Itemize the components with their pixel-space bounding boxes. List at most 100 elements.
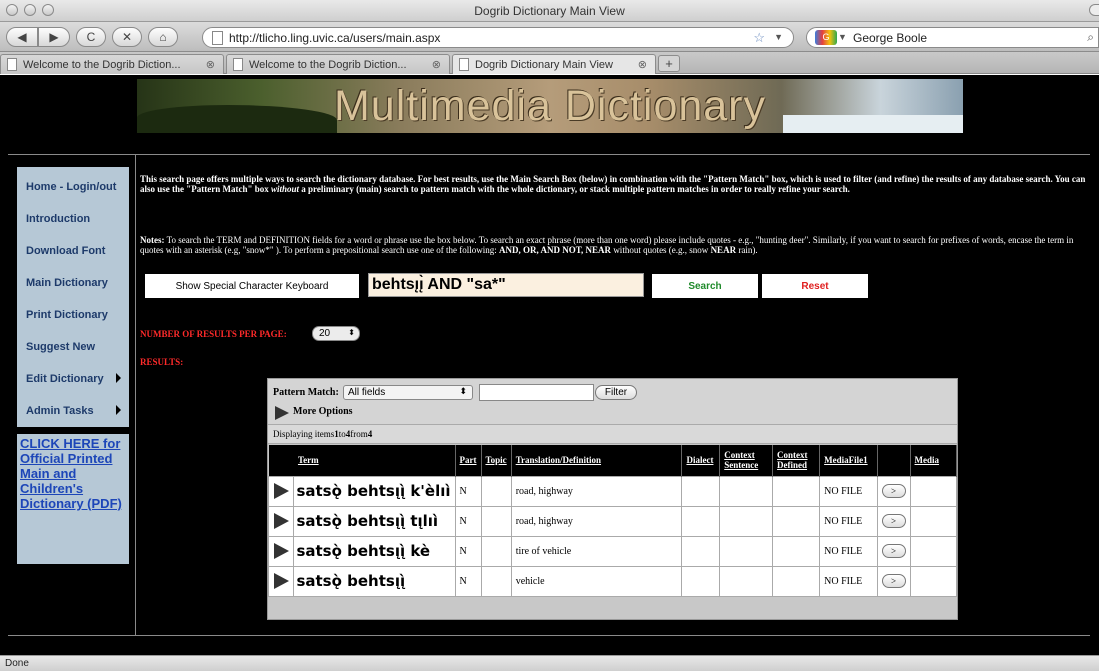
new-tab-button[interactable]: + <box>658 55 680 72</box>
forward-button[interactable]: ▶ <box>38 27 70 47</box>
context-sentence-cell <box>719 535 774 567</box>
topic-cell <box>480 475 512 507</box>
back-button[interactable]: ◀ <box>6 27 38 47</box>
expand-triangle-icon <box>274 543 289 559</box>
url-bar[interactable]: http://tlicho.ling.uvic.ca/users/main.as… <box>202 27 794 48</box>
pattern-match-input[interactable] <box>479 384 594 401</box>
close-tab-icon[interactable]: ⊗ <box>432 58 441 71</box>
topic-cell <box>480 535 512 567</box>
column-header-topic[interactable]: Topic <box>481 445 512 476</box>
select-arrows-icon: ⬍ <box>459 386 467 396</box>
tab-label: Dogrib Dictionary Main View <box>475 58 613 71</box>
tab-main-view[interactable]: Dogrib Dictionary Main View ⊗ <box>452 54 656 74</box>
sidebar-item-main-dictionary[interactable]: Main Dictionary <box>17 267 129 299</box>
media-cell <box>909 535 958 567</box>
toolbar-toggle-button[interactable] <box>1089 4 1099 16</box>
magnifier-icon[interactable]: ⌕ <box>1087 30 1094 45</box>
status-text: Done <box>5 658 29 669</box>
column-header-mediafile1[interactable]: MediaFile1 <box>819 445 878 476</box>
stop-icon: ✕ <box>121 30 133 44</box>
context-sentence-cell <box>719 475 774 507</box>
close-tab-icon[interactable]: ⊗ <box>206 58 215 71</box>
web-search-value: George Boole <box>853 30 928 45</box>
tab-label: Welcome to the Dogrib Diction... <box>249 58 407 71</box>
web-search-field[interactable]: G ▼ George Boole ⌕ <box>806 27 1099 48</box>
sidebar-item-label: Main Dictionary <box>26 277 108 289</box>
column-header-context-sentence[interactable]: Context Sentence <box>719 445 774 476</box>
play-media-button[interactable]: > <box>881 544 906 558</box>
play-cell: > <box>876 565 911 597</box>
table-row: satsǫ̀ behtsı̨ı̨̀ k'èlıì N road, highway… <box>267 475 958 507</box>
tab-welcome-1[interactable]: Welcome to the Dogrib Diction... ⊗ <box>0 54 224 74</box>
more-options-toggle[interactable]: More Options <box>273 406 353 420</box>
expand-row-button[interactable] <box>267 565 295 597</box>
column-header-play <box>877 445 911 476</box>
play-media-button[interactable]: > <box>881 514 906 528</box>
part-cell: N <box>454 475 482 507</box>
filter-button[interactable]: Filter <box>595 385 637 400</box>
notes-text2: without quotes (e.g., snow <box>611 245 711 255</box>
column-header-context-defined[interactable]: Context Defined <box>772 445 821 476</box>
search-engine-icon[interactable]: G <box>815 30 837 45</box>
special-character-keyboard-button[interactable]: Show Special Character Keyboard <box>145 274 359 298</box>
play-media-button[interactable]: > <box>881 484 906 498</box>
column-header-part[interactable]: Part <box>455 445 482 476</box>
submenu-arrow-icon <box>116 405 121 415</box>
context-defined-cell <box>772 565 821 597</box>
sidebar-item-print-dictionary[interactable]: Print Dictionary <box>17 299 129 331</box>
term-cell: satsǫ̀ behtsı̨ı̨̀ tı̨lıì <box>293 505 456 537</box>
notes-label: Notes: <box>140 235 165 245</box>
sidebar-item-suggest-new[interactable]: Suggest New <box>17 331 129 363</box>
sidebar-item-home[interactable]: Home - Login/out <box>17 171 129 203</box>
sidebar-item-download-font[interactable]: Download Font <box>17 235 129 267</box>
column-header-term[interactable]: Term <box>293 445 456 476</box>
sidebar-item-introduction[interactable]: Introduction <box>17 203 129 235</box>
column-header-media[interactable]: Media <box>910 445 958 476</box>
main-search-input[interactable]: behtsı̨ı̨̀ AND "sa*" <box>368 273 644 297</box>
term-cell: satsǫ̀ behtsı̨ı̨̀ kè <box>293 535 456 567</box>
search-button[interactable]: Search <box>652 274 758 298</box>
pdf-dictionary-link[interactable]: CLICK HERE for Official Printed Main and… <box>17 434 129 564</box>
expand-triangle-icon <box>274 573 289 589</box>
page-icon <box>459 58 469 71</box>
count-prefix: Displaying items <box>273 429 335 439</box>
page-icon <box>212 31 223 45</box>
more-options-label: More Options <box>293 406 353 417</box>
intro-part2: a preliminary (main) search to pattern m… <box>299 184 850 194</box>
play-media-button[interactable]: > <box>881 574 906 588</box>
context-defined-cell <box>772 535 821 567</box>
table-row: satsǫ̀ behtsı̨ı̨̀ kè N tire of vehicle N… <box>267 535 958 567</box>
divider <box>8 635 1090 636</box>
intro-italic: without <box>270 184 299 194</box>
dialect-cell <box>681 535 721 567</box>
column-header-definition[interactable]: Translation/Definition <box>511 445 683 476</box>
per-page-select[interactable]: 20 ⬍ <box>312 326 360 341</box>
sidebar-item-label: Suggest New <box>26 341 96 353</box>
expand-row-button[interactable] <box>267 505 295 537</box>
home-button[interactable]: ⌂ <box>148 27 178 47</box>
expand-row-button[interactable] <box>267 475 295 507</box>
history-dropdown-icon[interactable]: ▼ <box>774 32 783 42</box>
notes-text: Notes: To search the TERM and DEFINITION… <box>140 235 1090 255</box>
stop-button[interactable]: ✕ <box>112 27 142 47</box>
mediafile-cell: NO FILE <box>819 565 878 597</box>
pattern-match-field-select[interactable]: All fields ⬍ <box>343 385 473 400</box>
page-icon <box>7 58 17 71</box>
tab-welcome-2[interactable]: Welcome to the Dogrib Diction... ⊗ <box>226 54 450 74</box>
close-tab-icon[interactable]: ⊗ <box>638 58 647 71</box>
pattern-match-label: Pattern Match: <box>273 387 339 398</box>
bookmark-star-icon[interactable]: ☆ <box>753 30 765 46</box>
sidebar-item-label: Edit Dictionary <box>26 373 104 385</box>
table-row: satsǫ̀ behtsı̨ı̨̀ tı̨lıì N road, highway… <box>267 505 958 537</box>
title-bar: Dogrib Dictionary Main View <box>0 0 1099 22</box>
column-header-dialect[interactable]: Dialect <box>681 445 721 476</box>
pattern-match-field-value: All fields <box>348 387 386 398</box>
search-engine-dropdown-icon[interactable]: ▼ <box>838 32 847 42</box>
sidebar-item-edit-dictionary[interactable]: Edit Dictionary <box>17 363 129 395</box>
sidebar-item-admin-tasks[interactable]: Admin Tasks <box>17 395 129 427</box>
reload-button[interactable]: C <box>76 27 106 47</box>
results-table: Term Part Topic Translation/Definition D… <box>267 445 958 597</box>
reset-button[interactable]: Reset <box>762 274 868 298</box>
notes-text3: rain). <box>736 245 758 255</box>
expand-row-button[interactable] <box>267 535 295 567</box>
